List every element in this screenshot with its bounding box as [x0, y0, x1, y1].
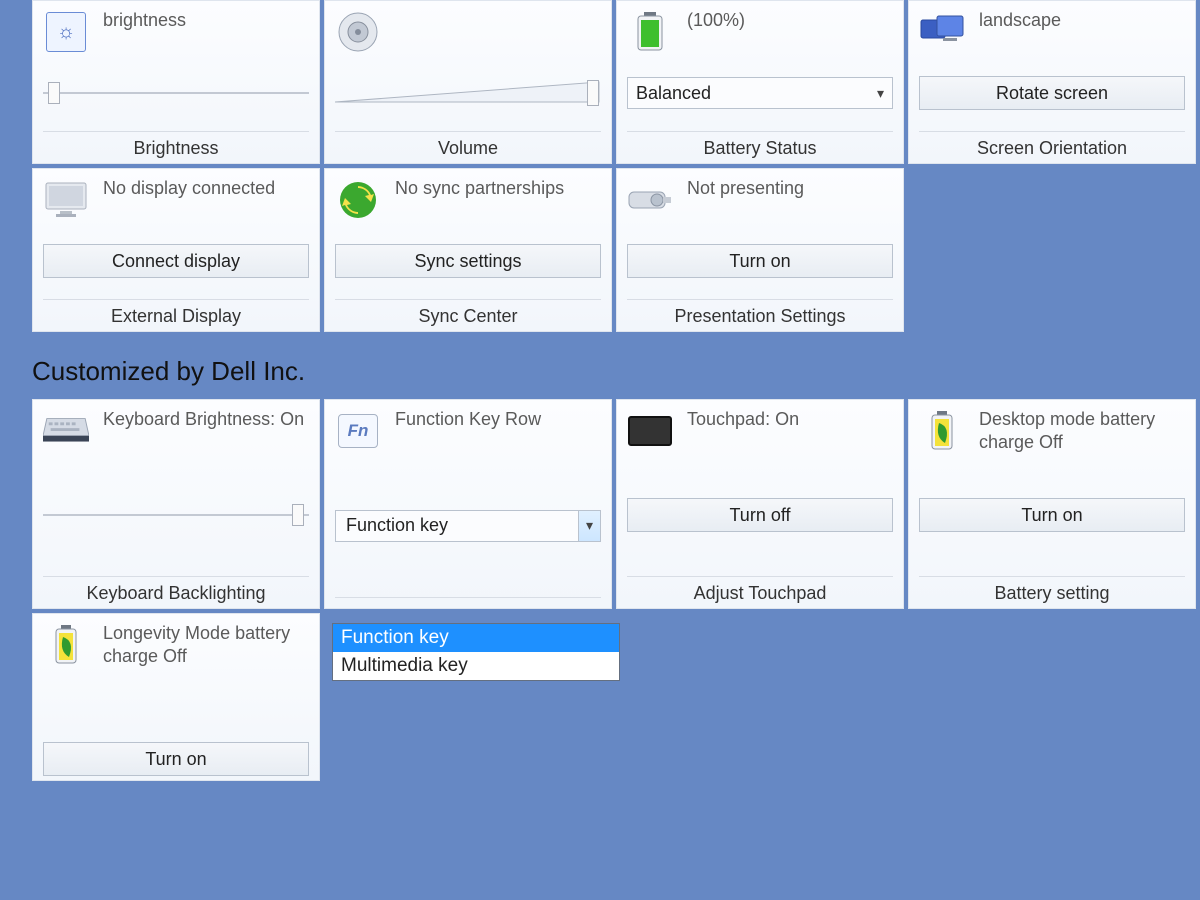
chevron-down-icon: ▾ [877, 85, 884, 102]
section-heading-dell: Customized by Dell Inc. [32, 356, 1200, 387]
fn-status: Function Key Row [395, 408, 541, 431]
battery-desktop-turn-on-button[interactable]: Turn on [919, 498, 1185, 532]
keyboard-status: Keyboard Brightness: On [103, 408, 304, 431]
touchpad-label: Adjust Touchpad [627, 576, 893, 604]
brightness-slider[interactable] [43, 82, 309, 104]
battery-desktop-label: Battery setting [919, 576, 1185, 604]
function-key-select[interactable]: Function key ▾ [335, 510, 601, 542]
tile-volume: Volume [324, 0, 612, 164]
sync-status: No sync partnerships [395, 177, 564, 200]
brightness-label: Brightness [43, 131, 309, 159]
external-label: External Display [43, 299, 309, 327]
battery-status-text: (100%) [687, 9, 745, 32]
tile-brightness: ☼ brightness Brightness [32, 0, 320, 164]
keyboard-label: Keyboard Backlighting [43, 576, 309, 604]
volume-slider[interactable] [335, 80, 601, 106]
presentation-status: Not presenting [687, 177, 804, 200]
tile-battery-longevity: Longevity Mode battery charge Off Turn o… [32, 613, 320, 781]
presentation-label: Presentation Settings [627, 299, 893, 327]
screens-icon [919, 9, 965, 55]
touchpad-status: Touchpad: On [687, 408, 799, 431]
tile-function-key: Fn Function Key Row Function key ▾ [324, 399, 612, 609]
keyboard-brightness-slider[interactable] [43, 504, 309, 526]
chevron-down-icon: ▾ [586, 517, 593, 534]
screen-status: landscape [979, 9, 1061, 32]
connect-display-button[interactable]: Connect display [43, 244, 309, 278]
tile-presentation: Not presenting Turn on Presentation Sett… [616, 168, 904, 332]
sync-settings-button[interactable]: Sync settings [335, 244, 601, 278]
power-plan-value: Balanced [636, 83, 711, 104]
volume-label: Volume [335, 131, 601, 159]
presentation-turn-on-button[interactable]: Turn on [627, 244, 893, 278]
speaker-icon [335, 9, 381, 55]
battery-longevity-status: Longevity Mode battery charge Off [103, 622, 309, 667]
battery-longevity-turn-on-button[interactable]: Turn on [43, 742, 309, 776]
tile-touchpad: Touchpad: On Turn off Adjust Touchpad [616, 399, 904, 609]
power-plan-select[interactable]: Balanced ▾ [627, 77, 893, 109]
function-key-dropdown[interactable]: Function key Multimedia key [332, 623, 620, 681]
external-status: No display connected [103, 177, 275, 200]
screen-label: Screen Orientation [919, 131, 1185, 159]
tile-external-display: No display connected Connect display Ext… [32, 168, 320, 332]
tile-sync-center: No sync partnerships Sync settings Sync … [324, 168, 612, 332]
battery-label: Battery Status [627, 131, 893, 159]
touchpad-turn-off-button[interactable]: Turn off [627, 498, 893, 532]
dropdown-option-multimedia-key[interactable]: Multimedia key [333, 652, 619, 680]
tile-screen-orientation: landscape Rotate screen Screen Orientati… [908, 0, 1196, 164]
touchpad-icon [627, 408, 673, 454]
projector-icon [627, 177, 673, 223]
battery-icon [627, 9, 673, 55]
monitor-icon [43, 177, 89, 223]
tile-battery-status: (100%) Balanced ▾ Battery Status [616, 0, 904, 164]
keyboard-icon [43, 408, 89, 454]
brightness-icon: ☼ [43, 9, 89, 55]
battery-desktop-status: Desktop mode battery charge Off [979, 408, 1185, 453]
sync-label: Sync Center [335, 299, 601, 327]
tile-keyboard-backlight: Keyboard Brightness: On Keyboard Backlig… [32, 399, 320, 609]
dropdown-option-function-key[interactable]: Function key [333, 624, 619, 652]
battery-leaf-icon [919, 408, 965, 454]
tile-battery-desktop: Desktop mode battery charge Off Turn on … [908, 399, 1196, 609]
battery-leaf-icon [43, 622, 89, 668]
rotate-screen-button[interactable]: Rotate screen [919, 76, 1185, 110]
sync-icon [335, 177, 381, 223]
fn-label [335, 597, 601, 604]
brightness-status: brightness [103, 9, 186, 32]
function-key-value: Function key [344, 515, 448, 536]
fn-icon: Fn [335, 408, 381, 454]
